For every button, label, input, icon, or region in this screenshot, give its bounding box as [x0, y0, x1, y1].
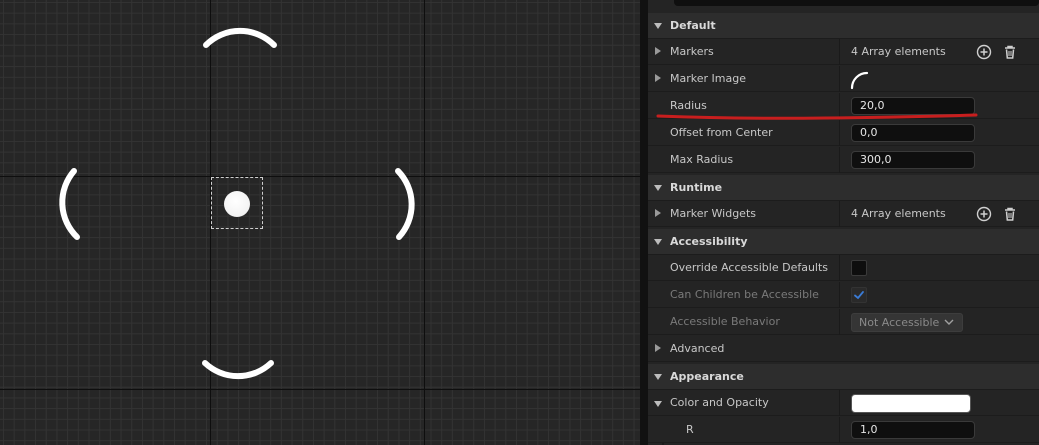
trash-icon[interactable] — [1001, 205, 1019, 223]
override-accessible-defaults-checkbox[interactable] — [851, 260, 867, 276]
marker-bottom — [202, 360, 274, 380]
property-color-and-opacity[interactable]: Color and Opacity — [648, 390, 1039, 416]
marker-right — [395, 168, 415, 240]
accessible-behavior-value: Not Accessible — [859, 316, 940, 329]
section-runtime-label: Runtime — [670, 181, 723, 194]
section-default-label: Default — [670, 19, 716, 32]
property-advanced[interactable]: Advanced — [648, 336, 1039, 362]
expand-arrow-icon[interactable] — [655, 209, 661, 217]
column-separator — [839, 255, 840, 281]
column-separator — [839, 147, 840, 173]
arc-marker-icon[interactable] — [849, 70, 871, 90]
center-dot[interactable] — [224, 191, 250, 217]
search-input[interactable] — [674, 0, 1039, 6]
radial-markers — [59, 27, 415, 380]
property-accessible-behavior: Accessible Behavior Not Accessible — [648, 309, 1039, 335]
collapse-arrow-icon — [654, 184, 662, 191]
marker-top — [203, 27, 277, 48]
column-separator — [839, 39, 840, 65]
property-r[interactable]: R 1,0 — [648, 417, 1039, 443]
override-accessible-defaults-label: Override Accessible Defaults — [670, 261, 829, 274]
section-accessibility-label: Accessibility — [670, 235, 748, 248]
property-max-radius[interactable]: Max Radius 300,0 — [648, 147, 1039, 173]
section-appearance-label: Appearance — [670, 370, 744, 383]
add-icon[interactable] — [975, 43, 993, 61]
column-separator — [839, 120, 840, 146]
expand-arrow-icon[interactable] — [655, 74, 661, 82]
collapse-arrow-icon[interactable] — [654, 401, 662, 407]
property-markers[interactable]: Markers 4 Array elements — [648, 39, 1039, 65]
column-separator — [839, 66, 840, 92]
marker-widgets-value: 4 Array elements — [851, 207, 946, 220]
column-separator — [839, 390, 840, 416]
column-separator — [839, 282, 840, 308]
marker-widgets-label: Marker Widgets — [670, 207, 756, 220]
checkmark-icon — [854, 291, 864, 300]
section-default[interactable]: Default — [648, 13, 1039, 39]
accessible-behavior-label: Accessible Behavior — [670, 315, 780, 328]
r-label: R — [686, 423, 694, 436]
column-separator — [839, 309, 840, 335]
designer-viewport[interactable] — [0, 0, 640, 445]
max-radius-input[interactable]: 300,0 — [851, 151, 975, 169]
column-separator — [839, 201, 840, 227]
property-offset-from-center[interactable]: Offset from Center 0,0 — [648, 120, 1039, 146]
marker-image-label: Marker Image — [670, 72, 746, 85]
r-input[interactable]: 1,0 — [851, 421, 975, 439]
advanced-label: Advanced — [670, 342, 725, 355]
markers-value: 4 Array elements — [851, 45, 946, 58]
details-panel: Default Markers 4 Array elements Marker … — [648, 0, 1039, 445]
panel-splitter[interactable] — [640, 0, 648, 445]
section-appearance[interactable]: Appearance — [648, 364, 1039, 390]
collapse-arrow-icon — [654, 373, 662, 380]
max-radius-label: Max Radius — [670, 153, 734, 166]
property-override-accessible-defaults[interactable]: Override Accessible Defaults — [648, 255, 1039, 281]
expand-arrow-icon[interactable] — [655, 47, 661, 55]
color-and-opacity-label: Color and Opacity — [670, 396, 769, 409]
property-marker-image[interactable]: Marker Image — [648, 66, 1039, 92]
property-can-children-be-accessible: Can Children be Accessible — [648, 282, 1039, 308]
marker-left — [59, 168, 80, 240]
property-marker-widgets[interactable]: Marker Widgets 4 Array elements — [648, 201, 1039, 227]
expand-arrow-icon[interactable] — [655, 344, 661, 352]
column-separator — [839, 417, 840, 443]
trash-icon[interactable] — [1001, 43, 1019, 61]
section-runtime[interactable]: Runtime — [648, 175, 1039, 201]
can-children-be-accessible-checkbox — [851, 287, 867, 303]
markers-label: Markers — [670, 45, 714, 58]
color-swatch[interactable] — [851, 394, 971, 413]
add-icon[interactable] — [975, 205, 993, 223]
can-children-be-accessible-label: Can Children be Accessible — [670, 288, 819, 301]
chevron-down-icon — [944, 319, 954, 325]
collapse-arrow-icon — [654, 238, 662, 245]
collapse-arrow-icon — [654, 22, 662, 29]
offset-from-center-input[interactable]: 0,0 — [851, 124, 975, 142]
offset-from-center-label: Offset from Center — [670, 126, 773, 139]
accessible-behavior-dropdown: Not Accessible — [851, 313, 963, 332]
section-accessibility[interactable]: Accessibility — [648, 229, 1039, 255]
red-annotation-underline — [656, 113, 978, 120]
